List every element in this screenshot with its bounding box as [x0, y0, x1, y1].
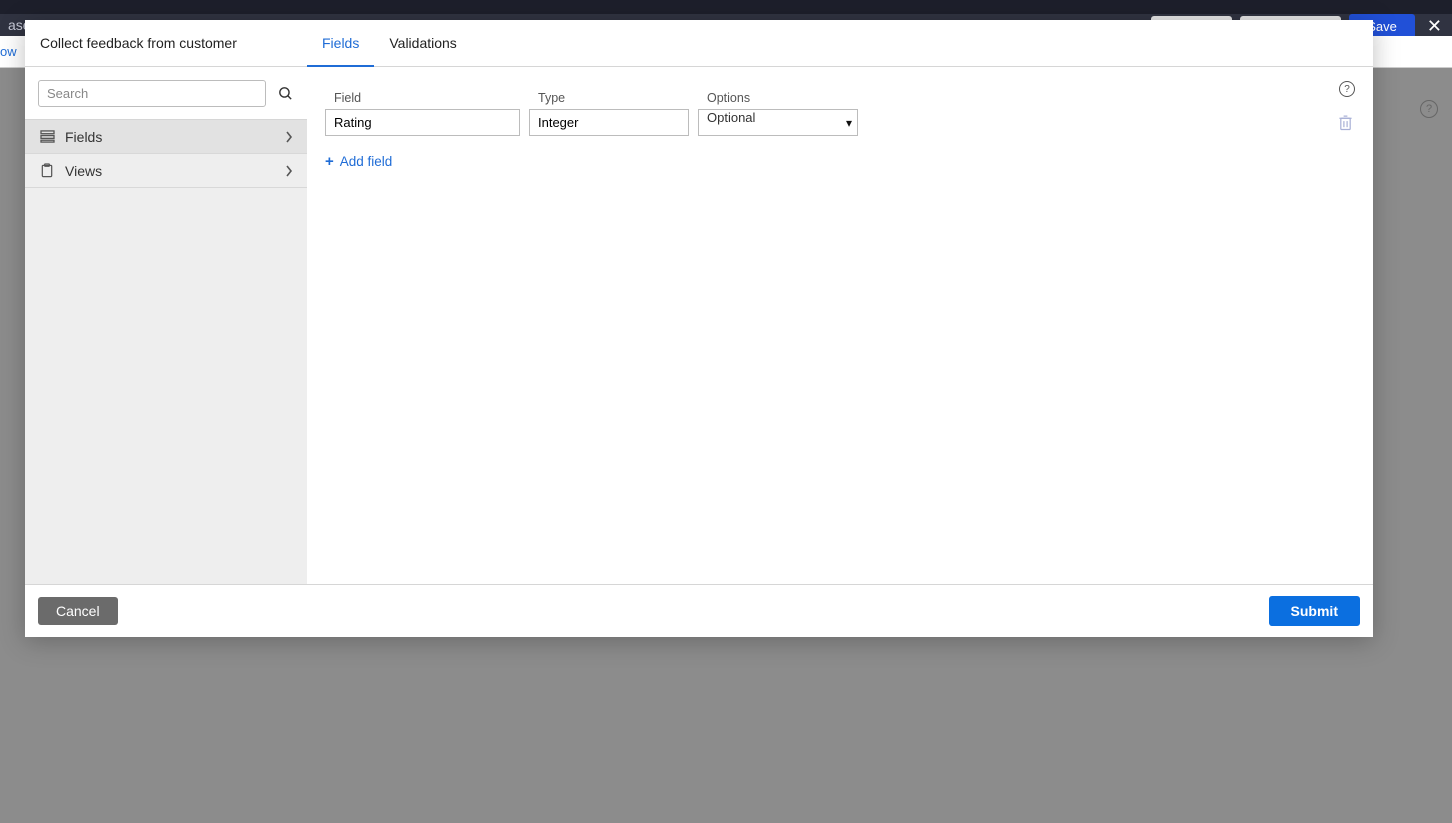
search-input[interactable] [38, 80, 266, 107]
tab-fields[interactable]: Fields [307, 20, 374, 66]
chevron-right-icon [285, 165, 293, 177]
column-header-type: Type [529, 91, 689, 109]
sidebar-item-label: Fields [65, 129, 275, 145]
bg-close-icon[interactable]: ✕ [1423, 16, 1446, 37]
modal-tabs: Fields Validations [307, 20, 472, 66]
sidebar-item-label: Views [65, 163, 275, 179]
field-type-input[interactable] [529, 109, 689, 136]
configure-form-modal: Collect feedback from customer Fields Va… [25, 20, 1373, 637]
views-icon [39, 163, 55, 178]
field-grid: Field Type Options Optional ▾ [325, 91, 1355, 136]
cancel-label: Cancel [56, 603, 100, 619]
delete-field-button[interactable] [1335, 112, 1355, 134]
modal-footer: Cancel Submit [25, 584, 1373, 637]
modal-header: Collect feedback from customer Fields Va… [25, 20, 1373, 67]
bg-topbar [0, 0, 1452, 14]
trash-icon [1338, 114, 1353, 131]
search-wrap [25, 67, 307, 120]
add-field-button[interactable]: + Add field [325, 154, 1355, 169]
help-icon[interactable]: ? [1339, 81, 1355, 97]
fields-icon [39, 130, 55, 143]
modal-content: ? Field Type Options Optional ▾ [307, 67, 1373, 584]
search-icon [277, 85, 294, 102]
modal-title: Collect feedback from customer [25, 20, 307, 66]
tab-fields-label: Fields [322, 35, 359, 51]
sidebar-item-fields[interactable]: Fields [25, 120, 307, 154]
modal-body: Fields Views [25, 67, 1373, 584]
bg-flow-link[interactable]: ow [0, 44, 17, 59]
field-name-input[interactable] [325, 109, 520, 136]
modal-sidebar: Fields Views [25, 67, 307, 584]
search-button[interactable] [274, 83, 296, 105]
sidebar-list: Fields Views [25, 120, 307, 188]
cancel-button[interactable]: Cancel [38, 597, 118, 625]
chevron-right-icon [285, 131, 293, 143]
column-header-options: Options [698, 91, 858, 109]
field-options-select[interactable]: Optional [698, 109, 858, 136]
add-field-label: Add field [340, 154, 393, 169]
tab-validations-label: Validations [389, 35, 456, 51]
sidebar-item-views[interactable]: Views [25, 154, 307, 188]
submit-button[interactable]: Submit [1269, 596, 1360, 626]
bg-help-icon[interactable]: ? [1420, 100, 1438, 118]
tab-validations[interactable]: Validations [374, 20, 471, 66]
column-header-field: Field [325, 91, 520, 109]
field-options-value: Optional [707, 110, 755, 125]
submit-label: Submit [1291, 603, 1338, 619]
field-options-select-wrap: Optional ▾ [698, 109, 858, 136]
plus-icon: + [325, 154, 334, 169]
